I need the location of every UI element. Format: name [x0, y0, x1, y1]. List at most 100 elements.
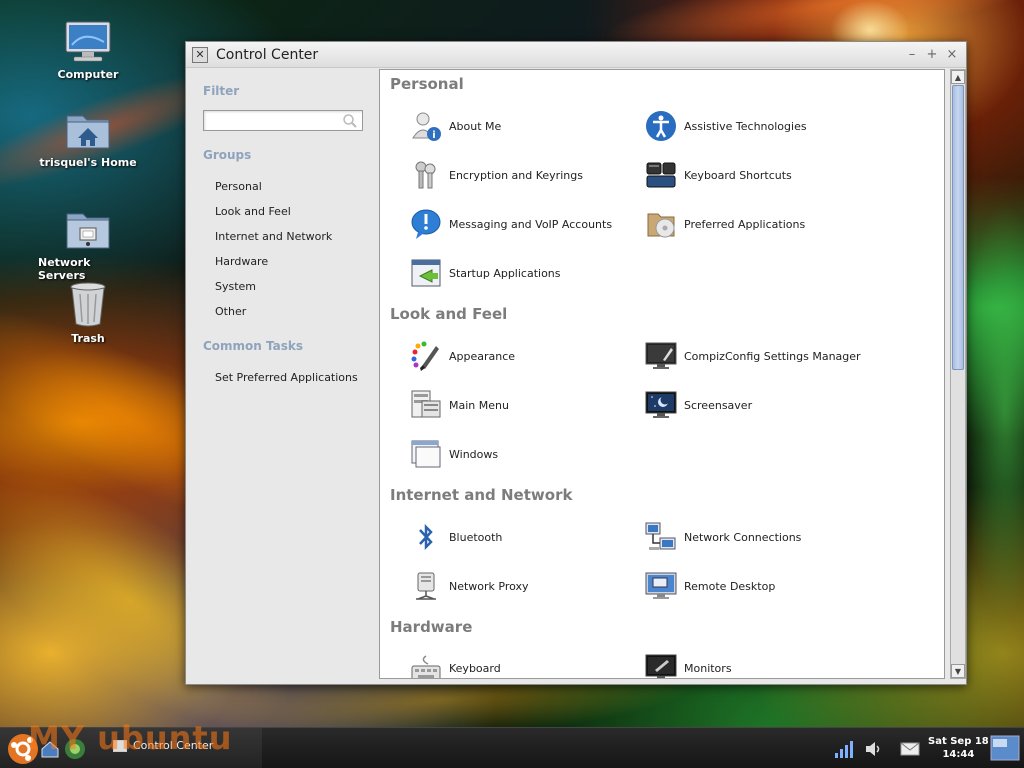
- scroll-up-icon[interactable]: ▲: [951, 70, 965, 84]
- scroll-thumb[interactable]: [952, 85, 964, 370]
- accessibility-icon: [645, 110, 677, 142]
- launcher-label: Encryption and Keyrings: [449, 168, 583, 182]
- volume-icon[interactable]: [864, 739, 884, 763]
- workspace-switcher[interactable]: [990, 735, 1020, 765]
- launcher-label: Remote Desktop: [684, 579, 776, 593]
- launcher-encryption-and-keyrings[interactable]: Encryption and Keyrings: [410, 159, 583, 191]
- launcher-label: Appearance: [449, 349, 516, 363]
- filter-heading: Filter: [203, 84, 240, 98]
- search-icon[interactable]: [342, 113, 358, 133]
- launcher-monitors[interactable]: Monitors: [645, 652, 732, 678]
- launcher-startup-applications[interactable]: Startup Applications: [410, 257, 561, 289]
- section-heading-hardware: Hardware: [390, 618, 473, 636]
- launcher-label: Keyboard: [449, 661, 501, 675]
- home-folder-icon: [64, 108, 112, 152]
- launcher-label: Network Proxy: [449, 579, 529, 593]
- section-heading-look-and-feel: Look and Feel: [390, 305, 508, 323]
- network-signal-icon[interactable]: [834, 739, 856, 763]
- sidebar-item-other[interactable]: Other: [215, 305, 246, 318]
- content-pane: Personal i About Me Assistive Technologi…: [379, 69, 945, 679]
- svg-text:i: i: [432, 130, 435, 141]
- scroll-down-icon[interactable]: ▼: [951, 664, 965, 678]
- section-heading-personal: Personal: [390, 75, 464, 93]
- preferred-apps-icon: [645, 208, 677, 240]
- main-menu-icon: [410, 389, 442, 421]
- launcher-label: Windows: [449, 447, 499, 461]
- task-set-preferred-applications[interactable]: Set Preferred Applications: [215, 371, 358, 384]
- launcher-label: Main Menu: [449, 398, 509, 412]
- watermark-logo: MY ubuntu: [28, 719, 233, 757]
- desktop-icon-computer[interactable]: Computer: [38, 20, 138, 81]
- sidebar-item-look-and-feel[interactable]: Look and Feel: [215, 205, 291, 218]
- common-tasks-heading: Common Tasks: [203, 339, 304, 353]
- launcher-remote-desktop[interactable]: Remote Desktop: [645, 570, 775, 602]
- launcher-assistive-technologies[interactable]: Assistive Technologies: [645, 110, 807, 142]
- vertical-scrollbar[interactable]: ▲ ▼: [950, 69, 966, 679]
- clock-date: Sat Sep 18: [928, 736, 989, 747]
- mail-icon[interactable]: [900, 741, 920, 760]
- keys-icon: [410, 159, 442, 191]
- launcher-label: Network Connections: [684, 530, 802, 544]
- launcher-label: CompizConfig Settings Manager: [684, 349, 861, 363]
- desktop-icon-label: Trash: [71, 332, 105, 345]
- launcher-screensaver[interactable]: Screensaver: [645, 389, 752, 421]
- monitors-icon: [645, 652, 677, 678]
- launcher-label: Assistive Technologies: [684, 119, 807, 133]
- screensaver-icon: [645, 389, 677, 421]
- sidebar-item-hardware[interactable]: Hardware: [215, 255, 268, 268]
- minimize-button[interactable]: –: [902, 47, 922, 62]
- keyboard-icon: [410, 652, 442, 678]
- sidebar-item-personal[interactable]: Personal: [215, 180, 262, 193]
- messaging-icon: [410, 208, 442, 240]
- groups-heading: Groups: [203, 148, 252, 162]
- launcher-label: Startup Applications: [449, 266, 561, 280]
- launcher-appearance[interactable]: Appearance: [410, 340, 515, 372]
- filter-input[interactable]: [207, 113, 337, 132]
- bluetooth-icon: [410, 521, 442, 553]
- desktop-icon-label: Computer: [57, 68, 119, 81]
- launcher-preferred-applications[interactable]: Preferred Applications: [645, 208, 805, 240]
- close-button[interactable]: ×: [942, 47, 962, 62]
- desktop-icon-label: Network Servers: [38, 256, 91, 282]
- compiz-icon: [645, 340, 677, 372]
- desktop-icon-home[interactable]: trisquel's Home: [38, 108, 138, 169]
- launcher-network-connections[interactable]: Network Connections: [645, 521, 801, 553]
- launcher-keyboard[interactable]: Keyboard: [410, 652, 501, 678]
- network-folder-icon: [64, 208, 112, 252]
- desktop-icon-trash[interactable]: Trash: [38, 280, 138, 345]
- launcher-label: Bluetooth: [449, 530, 503, 544]
- section-heading-internet-and-network: Internet and Network: [390, 486, 573, 504]
- sidebar-item-system[interactable]: System: [215, 280, 256, 293]
- clock-time: 14:44: [942, 749, 975, 760]
- launcher-keyboard-shortcuts[interactable]: Keyboard Shortcuts: [645, 159, 792, 191]
- launcher-label: Screensaver: [684, 398, 753, 412]
- sidebar-item-internet-and-network[interactable]: Internet and Network: [215, 230, 332, 243]
- clock[interactable]: Sat Sep 18 14:44: [928, 735, 989, 761]
- paintbrush-icon: [410, 340, 442, 372]
- launcher-bluetooth[interactable]: Bluetooth: [410, 521, 502, 553]
- desktop-icon-network-servers[interactable]: Network Servers: [38, 208, 138, 282]
- trash-icon: [64, 280, 112, 328]
- launcher-compizconfig-settings-manager[interactable]: CompizConfig Settings Manager: [645, 340, 861, 372]
- window-title: Control Center: [216, 46, 319, 63]
- windows-icon: [410, 438, 442, 470]
- control-center-window: ✕ Control Center – + × Filter Groups Per…: [185, 41, 967, 685]
- window-menu-icon[interactable]: ✕: [192, 46, 208, 63]
- network-connections-icon: [645, 521, 677, 553]
- titlebar[interactable]: ✕ Control Center – + ×: [186, 42, 966, 68]
- maximize-button[interactable]: +: [922, 47, 942, 62]
- remote-desktop-icon: [645, 570, 677, 602]
- user-info-icon: i: [410, 110, 442, 142]
- launcher-network-proxy[interactable]: Network Proxy: [410, 570, 529, 602]
- keyboard-shortcuts-icon: [645, 159, 677, 191]
- launcher-windows[interactable]: Windows: [410, 438, 498, 470]
- launcher-about-me[interactable]: i About Me: [410, 110, 501, 142]
- launcher-main-menu[interactable]: Main Menu: [410, 389, 509, 421]
- launcher-label: Keyboard Shortcuts: [684, 168, 792, 182]
- sidebar: Filter Groups Personal Look and Feel Int…: [186, 69, 378, 684]
- desktop-icon-label: trisquel's Home: [39, 156, 137, 169]
- filter-field[interactable]: [203, 110, 363, 133]
- launcher-label: Monitors: [684, 661, 732, 675]
- launcher-label: About Me: [449, 119, 502, 133]
- launcher-messaging-and-voip-accounts[interactable]: Messaging and VoIP Accounts: [410, 208, 612, 240]
